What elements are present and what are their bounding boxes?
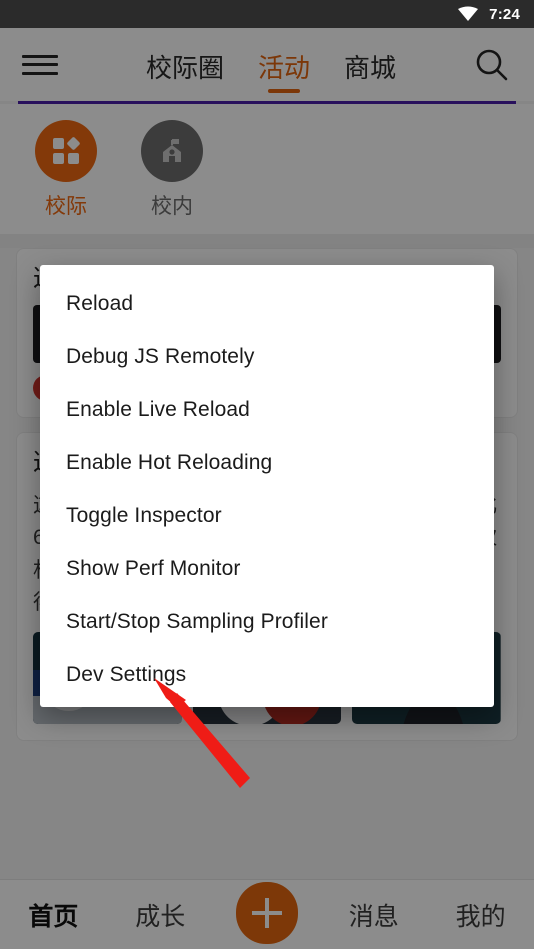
dev-menu-item-enable-hot-reloading[interactable]: Enable Hot Reloading (40, 436, 494, 489)
dev-menu-item-enable-live-reload[interactable]: Enable Live Reload (40, 383, 494, 436)
dev-menu-item-show-perf-monitor[interactable]: Show Perf Monitor (40, 542, 494, 595)
dev-menu-item-start-stop-sampling-profiler[interactable]: Start/Stop Sampling Profiler (40, 595, 494, 648)
dev-menu-item-toggle-inspector[interactable]: Toggle Inspector (40, 489, 494, 542)
status-bar-clock: 7:24 (489, 5, 520, 23)
wifi-icon (458, 6, 479, 21)
status-bar: 7:24 (0, 0, 534, 28)
dev-menu-dialog: Reload Debug JS Remotely Enable Live Rel… (40, 265, 494, 707)
dev-menu-item-dev-settings[interactable]: Dev Settings (40, 648, 494, 701)
dev-menu-item-reload[interactable]: Reload (40, 277, 494, 330)
phone-screen: 校际圈 活动 商城 校际 校内 首页 成长 消息 我的 7:24 Reload … (0, 0, 534, 949)
dev-menu-item-debug-js-remotely[interactable]: Debug JS Remotely (40, 330, 494, 383)
